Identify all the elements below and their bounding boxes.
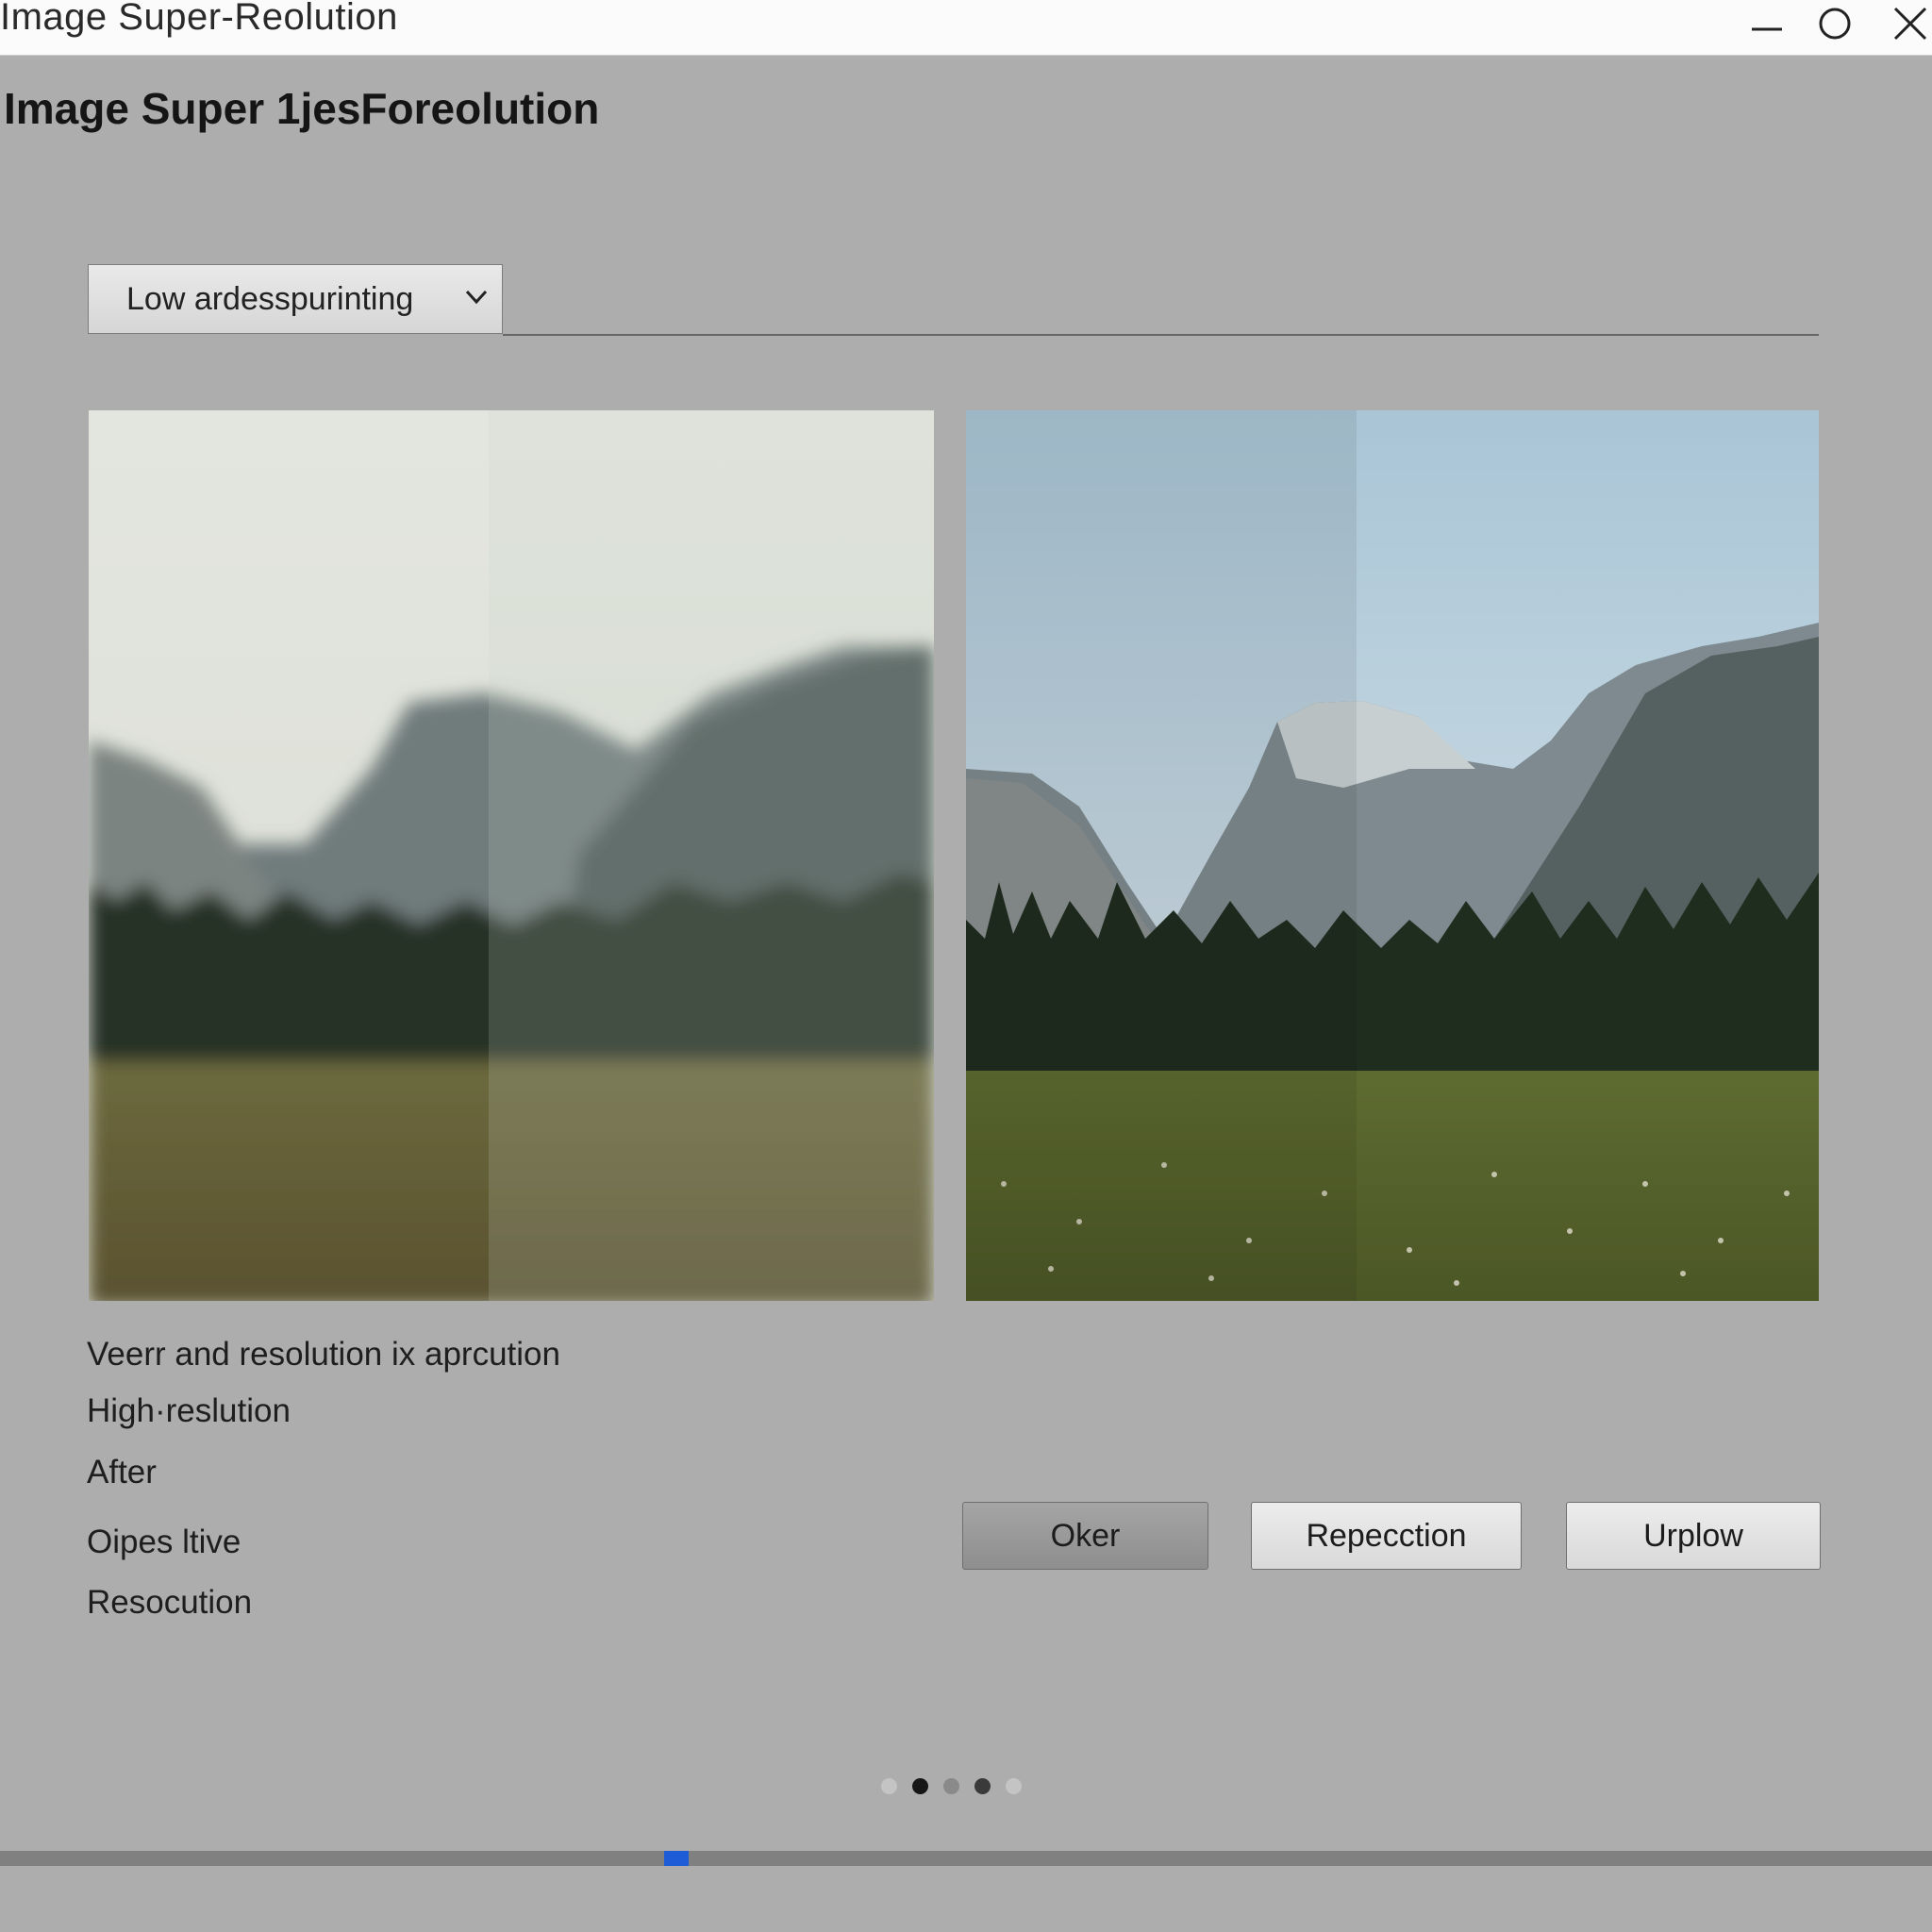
close-button[interactable] [1877, 0, 1932, 47]
description-line: Oipes ltive [87, 1524, 242, 1560]
page-dot[interactable] [943, 1778, 959, 1794]
minimize-button[interactable] [1734, 0, 1800, 47]
description-line: High·reslution [87, 1392, 291, 1429]
page-dot[interactable] [881, 1778, 897, 1794]
description-line: Veerr and resolution ix aprcution [87, 1336, 560, 1373]
maximize-icon [1819, 8, 1851, 40]
minimize-icon [1752, 27, 1782, 31]
title-bar: Image Super-Reolution [0, 0, 1932, 56]
page-title: Image Super 1jesForeolution [4, 84, 600, 133]
resolution-dropdown[interactable]: Low ardesspurinting [88, 264, 503, 334]
description-line: After [87, 1454, 157, 1491]
divider [503, 334, 1819, 336]
chevron-down-icon [465, 290, 488, 305]
high-resolution-image [966, 410, 1819, 1301]
page-dot[interactable] [1006, 1778, 1022, 1794]
page-dot-active[interactable] [974, 1778, 991, 1794]
close-icon [1893, 7, 1927, 41]
maximize-button[interactable] [1802, 0, 1868, 47]
low-resolution-image [89, 410, 934, 1301]
dropdown-label: Low ardesspurinting [126, 280, 414, 317]
progress-handle[interactable] [664, 1851, 689, 1866]
window-title: Image Super-Reolution [0, 0, 398, 38]
page-dot-active[interactable] [912, 1778, 928, 1794]
page-indicator [881, 1778, 1022, 1794]
oker-button[interactable]: Oker [962, 1502, 1208, 1570]
description-line: Resocution [87, 1584, 253, 1621]
progress-track[interactable] [0, 1851, 1932, 1866]
repecction-button[interactable]: Repecction [1251, 1502, 1522, 1570]
urplow-button[interactable]: Urplow [1566, 1502, 1821, 1570]
